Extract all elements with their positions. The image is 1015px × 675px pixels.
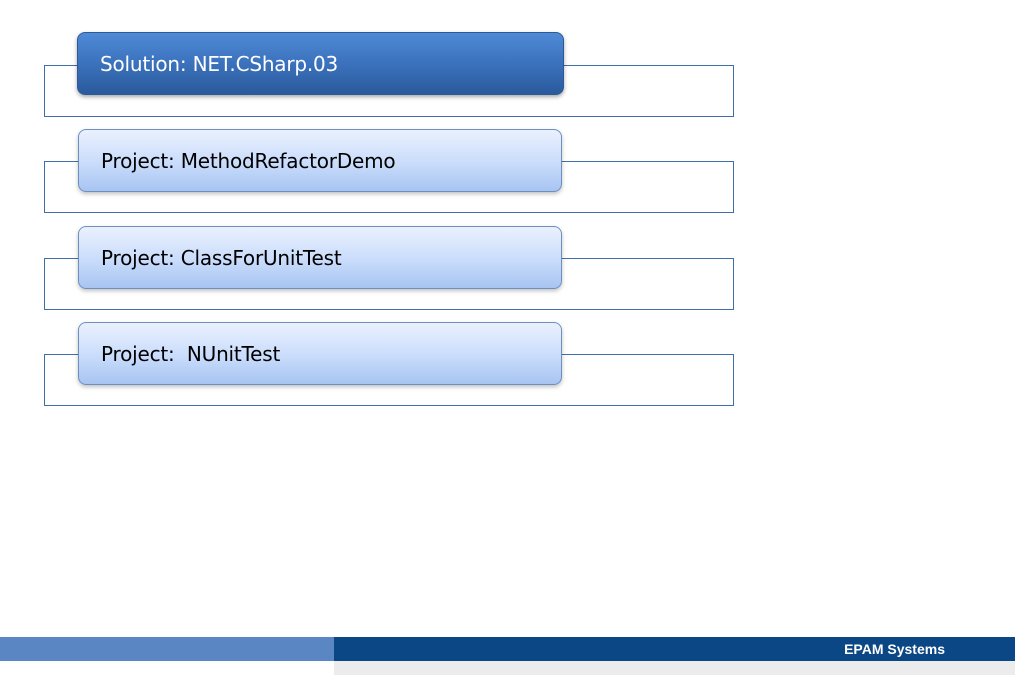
footer-strip — [334, 661, 1015, 675]
footer-bar-light — [0, 637, 334, 661]
project-label: Project: ClassForUnitTest — [101, 245, 342, 270]
project-label: Project: NUnitTest — [101, 341, 281, 366]
project-node: Project: NUnitTest — [78, 322, 562, 385]
solution-label: Solution: NET.CSharp.03 — [100, 51, 339, 76]
project-node: Project: MethodRefactorDemo — [78, 129, 562, 192]
solution-node: Solution: NET.CSharp.03 — [77, 32, 564, 95]
project-label: Project: MethodRefactorDemo — [101, 148, 396, 173]
project-node: Project: ClassForUnitTest — [78, 226, 562, 289]
footer-brand: EPAM Systems — [844, 641, 945, 657]
